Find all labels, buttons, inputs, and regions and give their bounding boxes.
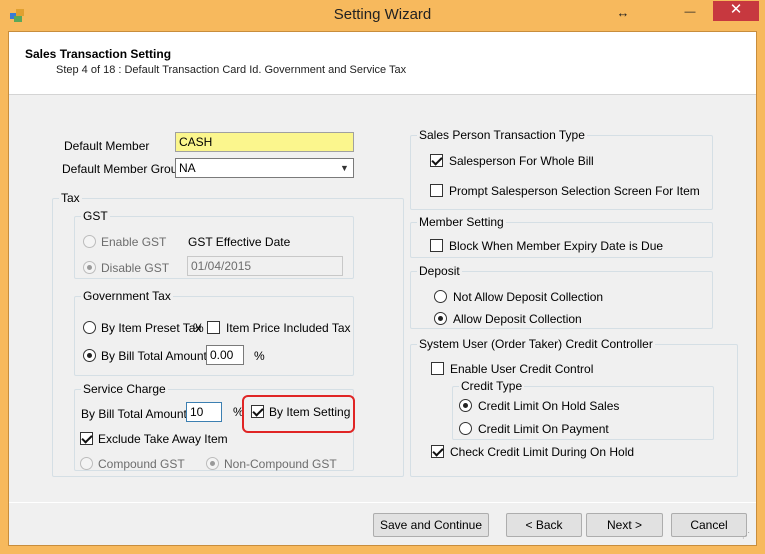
deposit-legend: Deposit (417, 264, 462, 278)
credit-controller-legend: System User (Order Taker) Credit Control… (417, 337, 655, 351)
credit-type-legend: Credit Type (459, 379, 525, 393)
allow-deposit-label: Allow Deposit Collection (453, 312, 582, 326)
compound-gst-label: Compound GST (98, 457, 185, 471)
credit-limit-on-payment-label: Credit Limit On Payment (478, 422, 609, 436)
resize-arrows-icon[interactable]: ↔ (613, 0, 633, 27)
enable-gst-label: Enable GST (101, 235, 167, 249)
member-group-value: NA (179, 161, 196, 175)
default-member-field[interactable]: CASH (175, 132, 354, 152)
footer-separator (9, 502, 756, 503)
step-subtitle: Step 4 of 18 : Default Transaction Card … (56, 64, 407, 76)
gov-by-bill-total-radio[interactable] (83, 349, 96, 362)
percent-sign: % (193, 321, 204, 335)
by-item-preset-tax-label: By Item Preset Tax (101, 321, 202, 335)
not-allow-deposit-label: Not Allow Deposit Collection (453, 290, 604, 304)
resize-grip-icon[interactable]: ⋰ (742, 531, 754, 543)
window-title: Setting Wizard (333, 6, 432, 23)
check-credit-limit-checkbox[interactable] (431, 445, 444, 458)
by-item-setting-checkbox[interactable] (251, 405, 264, 418)
compound-gst-radio[interactable] (80, 457, 93, 470)
member-setting-legend: Member Setting (417, 215, 506, 229)
page-title: Sales Transaction Setting (25, 47, 172, 61)
not-allow-deposit-radio[interactable] (434, 290, 447, 303)
gov-tax-rate-input[interactable]: 0.00 (206, 345, 244, 365)
enable-user-credit-checkbox[interactable] (431, 362, 444, 375)
salesperson-whole-bill-checkbox[interactable] (430, 154, 443, 167)
back-button[interactable]: < Back (506, 513, 582, 537)
percent-sign: % (254, 349, 265, 363)
credit-limit-on-hold-radio[interactable] (459, 399, 472, 412)
save-and-continue-button[interactable]: Save and Continue (373, 513, 489, 537)
enable-user-credit-label: Enable User Credit Control (450, 362, 594, 376)
block-member-expiry-checkbox[interactable] (430, 239, 443, 252)
by-item-setting-label: By Item Setting (269, 405, 351, 419)
by-item-preset-tax-radio[interactable] (83, 321, 96, 334)
tax-legend: Tax (59, 191, 82, 205)
block-member-expiry-label: Block When Member Expiry Date is Due (449, 239, 664, 253)
default-member-group-select[interactable]: NA ▼ (175, 158, 354, 178)
credit-limit-on-payment-radio[interactable] (459, 422, 472, 435)
sales-person-legend: Sales Person Transaction Type (417, 128, 587, 142)
gst-effective-date-label: GST Effective Date (188, 235, 291, 249)
setting-wizard-window: Setting Wizard ↔ — ✕ Sales Transaction S… (0, 0, 765, 554)
gst-effective-date-field[interactable]: 01/04/2015 (187, 256, 343, 276)
gst-legend: GST (81, 209, 110, 223)
title-bar: Setting Wizard ↔ — ✕ (0, 0, 765, 31)
close-button[interactable]: ✕ (713, 1, 759, 21)
non-compound-gst-radio[interactable] (206, 457, 219, 470)
exclude-take-away-label: Exclude Take Away Item (98, 432, 228, 446)
prompt-salesperson-label: Prompt Salesperson Selection Screen For … (449, 184, 700, 198)
sales-person-group: Sales Person Transaction Type (410, 128, 713, 210)
wizard-header: Sales Transaction Setting Step 4 of 18 :… (9, 32, 756, 95)
gov-by-bill-total-label: By Bill Total Amount (101, 349, 207, 363)
salesperson-whole-bill-label: Salesperson For Whole Bill (449, 154, 594, 168)
minimize-button[interactable]: — (676, 0, 704, 27)
service-charge-rate-input[interactable]: 10 (186, 402, 222, 422)
item-price-included-tax-label: Item Price Included Tax (226, 321, 351, 335)
exclude-take-away-checkbox[interactable] (80, 432, 93, 445)
allow-deposit-radio[interactable] (434, 312, 447, 325)
prompt-salesperson-checkbox[interactable] (430, 184, 443, 197)
service-charge-legend: Service Charge (81, 382, 168, 396)
credit-limit-on-hold-label: Credit Limit On Hold Sales (478, 399, 620, 413)
disable-gst-label: Disable GST (101, 261, 170, 275)
chevron-down-icon: ▼ (340, 163, 349, 173)
next-button[interactable]: Next > (586, 513, 663, 537)
wizard-client-area: Sales Transaction Setting Step 4 of 18 :… (8, 31, 757, 546)
non-compound-gst-label: Non-Compound GST (224, 457, 337, 471)
item-price-included-tax-checkbox[interactable] (207, 321, 220, 334)
disable-gst-radio[interactable] (83, 261, 96, 274)
check-credit-limit-label: Check Credit Limit During On Hold (450, 445, 635, 459)
government-tax-legend: Government Tax (81, 289, 173, 303)
enable-gst-radio[interactable] (83, 235, 96, 248)
cancel-button[interactable]: Cancel (671, 513, 747, 537)
default-member-label: Default Member (64, 139, 150, 153)
service-by-bill-total-label: By Bill Total Amount (81, 407, 187, 421)
default-member-group-label: Default Member Group (62, 162, 185, 176)
